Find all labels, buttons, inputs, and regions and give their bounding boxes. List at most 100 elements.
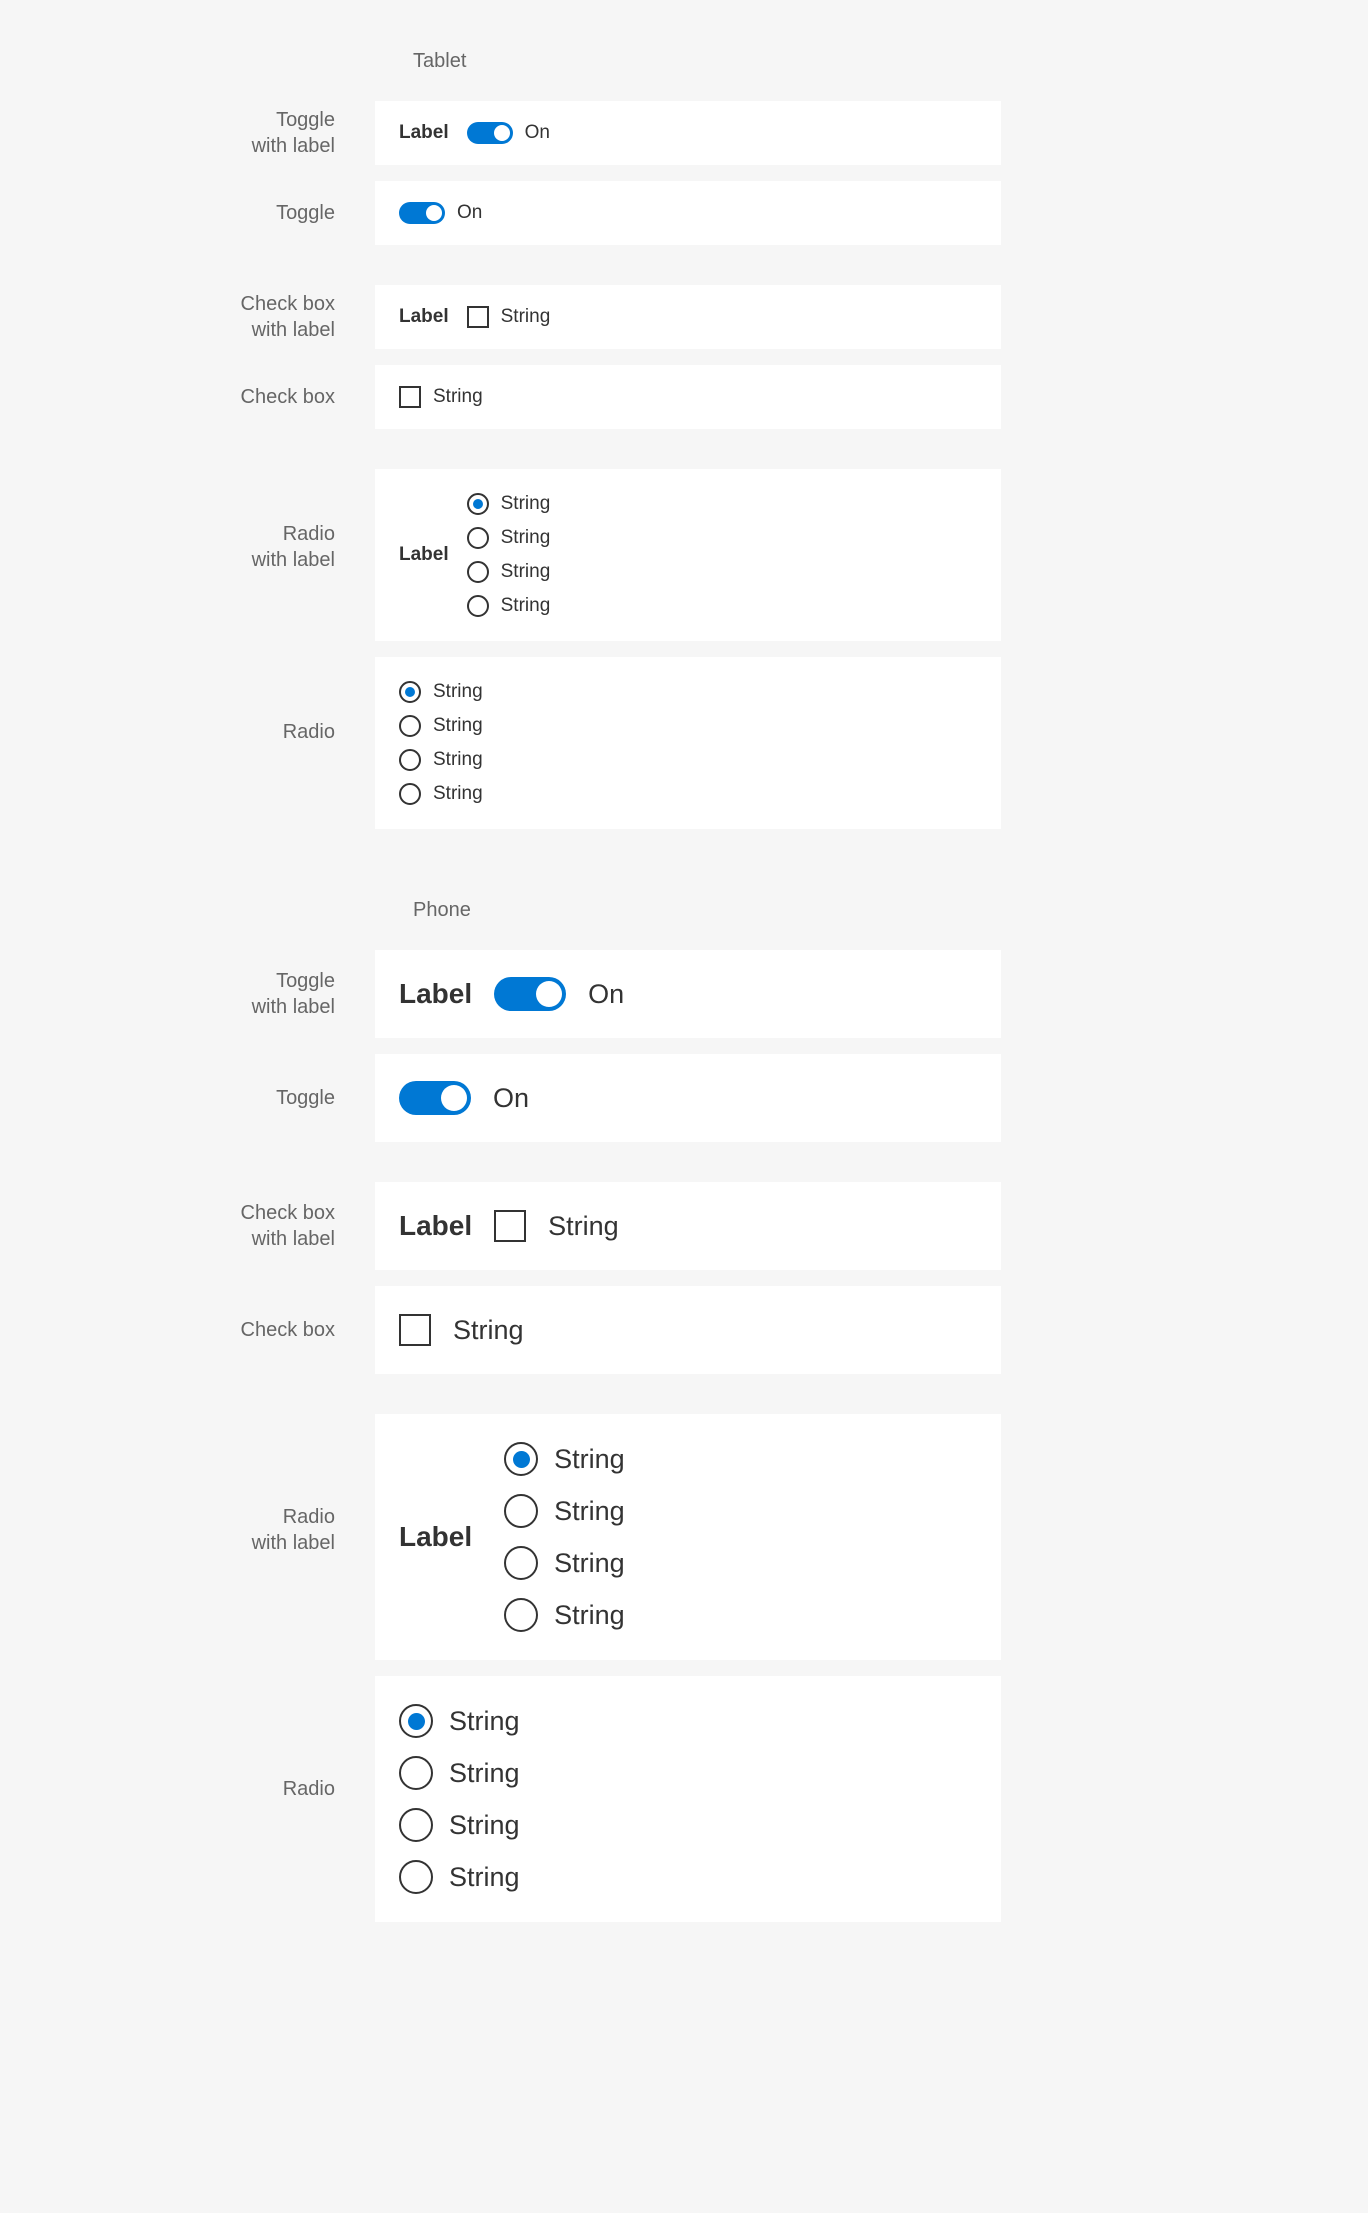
radio-option[interactable]: String bbox=[504, 1598, 625, 1632]
card: Label String bbox=[375, 285, 1001, 349]
radio-option-text: String bbox=[501, 527, 551, 549]
control-label: Label bbox=[399, 306, 449, 328]
card: Label String bbox=[375, 1182, 1001, 1270]
radio-button-icon bbox=[399, 1756, 433, 1790]
radio-group: String String String String bbox=[399, 681, 483, 805]
checkbox-text: String bbox=[501, 306, 551, 328]
control-label: Label bbox=[399, 122, 449, 144]
radio-button-icon bbox=[399, 1860, 433, 1894]
toggle-knob bbox=[494, 125, 510, 141]
row-radio-with-label: Radio with label Label String String Str… bbox=[0, 469, 1368, 641]
radio-option[interactable]: String bbox=[399, 1756, 520, 1790]
card: Label On bbox=[375, 101, 1001, 165]
radio-option[interactable]: String bbox=[399, 681, 483, 703]
radio-option[interactable]: String bbox=[399, 783, 483, 805]
control-label: Label bbox=[399, 1521, 472, 1553]
radio-button-icon bbox=[467, 561, 489, 583]
control-label: Label bbox=[399, 1210, 472, 1242]
radio-button-icon bbox=[399, 749, 421, 771]
radio-option[interactable]: String bbox=[399, 1860, 520, 1894]
radio-option[interactable]: String bbox=[399, 749, 483, 771]
row-toggle: Toggle On bbox=[0, 181, 1368, 245]
row-label: Check box bbox=[0, 384, 375, 410]
row-toggle: Toggle On bbox=[0, 1054, 1368, 1142]
radio-button-icon bbox=[467, 595, 489, 617]
radio-button-icon bbox=[504, 1546, 538, 1580]
row-checkbox: Check box String bbox=[0, 365, 1368, 429]
card: String bbox=[375, 1286, 1001, 1374]
checkbox[interactable] bbox=[399, 1314, 431, 1346]
row-radio-with-label: Radio with label Label String String Str… bbox=[0, 1414, 1368, 1660]
checkbox[interactable] bbox=[399, 386, 421, 408]
radio-option[interactable]: String bbox=[467, 493, 551, 515]
radio-option-text: String bbox=[449, 1810, 520, 1841]
card: Label On bbox=[375, 950, 1001, 1038]
radio-option-text: String bbox=[554, 1548, 625, 1579]
control-label: Label bbox=[399, 544, 449, 566]
radio-group: String String String String bbox=[467, 493, 551, 617]
radio-option[interactable]: String bbox=[399, 715, 483, 737]
row-toggle-with-label: Toggle with label Label On bbox=[0, 950, 1368, 1038]
row-label: Radio with label bbox=[0, 1504, 375, 1556]
toggle-knob bbox=[441, 1085, 467, 1111]
row-label: Check box bbox=[0, 1317, 375, 1343]
radio-option[interactable]: String bbox=[399, 1808, 520, 1842]
radio-button-icon bbox=[504, 1442, 538, 1476]
radio-option[interactable]: String bbox=[504, 1494, 625, 1528]
radio-option-text: String bbox=[433, 749, 483, 771]
row-label: Check box with label bbox=[0, 291, 375, 343]
radio-button-icon bbox=[504, 1494, 538, 1528]
radio-option-text: String bbox=[554, 1444, 625, 1475]
toggle-switch[interactable] bbox=[399, 202, 445, 224]
radio-option-text: String bbox=[449, 1758, 520, 1789]
section-heading-tablet: Tablet bbox=[413, 50, 1368, 73]
row-radio: Radio String String String String bbox=[0, 657, 1368, 829]
toggle-state-text: On bbox=[588, 979, 624, 1010]
checkbox-text: String bbox=[548, 1211, 619, 1242]
checkbox[interactable] bbox=[494, 1210, 526, 1242]
row-label: Check box with label bbox=[0, 1200, 375, 1252]
card: Label String String String String bbox=[375, 1414, 1001, 1660]
row-label: Radio bbox=[0, 1776, 375, 1802]
toggle-switch[interactable] bbox=[399, 1081, 471, 1115]
radio-option[interactable]: String bbox=[467, 527, 551, 549]
radio-group: String String String String bbox=[504, 1442, 625, 1632]
toggle-state-text: On bbox=[525, 122, 550, 144]
row-label: Toggle with label bbox=[0, 107, 375, 159]
row-label: Toggle bbox=[0, 200, 375, 226]
radio-option[interactable]: String bbox=[467, 595, 551, 617]
row-toggle-with-label: Toggle with label Label On bbox=[0, 101, 1368, 165]
radio-option-text: String bbox=[433, 715, 483, 737]
radio-button-icon bbox=[504, 1598, 538, 1632]
checkbox[interactable] bbox=[467, 306, 489, 328]
radio-button-icon bbox=[399, 1808, 433, 1842]
toggle-switch[interactable] bbox=[494, 977, 566, 1011]
radio-button-icon bbox=[399, 783, 421, 805]
radio-option-text: String bbox=[501, 595, 551, 617]
radio-option-text: String bbox=[501, 493, 551, 515]
radio-option[interactable]: String bbox=[504, 1442, 625, 1476]
radio-button-icon bbox=[399, 715, 421, 737]
control-label: Label bbox=[399, 978, 472, 1010]
radio-option-text: String bbox=[554, 1600, 625, 1631]
row-label: Toggle bbox=[0, 1085, 375, 1111]
radio-option-text: String bbox=[501, 561, 551, 583]
row-checkbox-with-label: Check box with label Label String bbox=[0, 285, 1368, 349]
toggle-state-text: On bbox=[457, 202, 482, 224]
section-heading-phone: Phone bbox=[413, 899, 1368, 922]
radio-option[interactable]: String bbox=[467, 561, 551, 583]
row-label: Toggle with label bbox=[0, 968, 375, 1020]
row-radio: Radio String String String String bbox=[0, 1676, 1368, 1922]
card: String String String String bbox=[375, 1676, 1001, 1922]
toggle-state-text: On bbox=[493, 1083, 529, 1114]
toggle-switch[interactable] bbox=[467, 122, 513, 144]
radio-option[interactable]: String bbox=[399, 1704, 520, 1738]
toggle-knob bbox=[426, 205, 442, 221]
radio-option-text: String bbox=[449, 1862, 520, 1893]
radio-group: String String String String bbox=[399, 1704, 520, 1894]
radio-option[interactable]: String bbox=[504, 1546, 625, 1580]
radio-option-text: String bbox=[433, 783, 483, 805]
radio-option-text: String bbox=[554, 1496, 625, 1527]
toggle-knob bbox=[536, 981, 562, 1007]
row-checkbox: Check box String bbox=[0, 1286, 1368, 1374]
